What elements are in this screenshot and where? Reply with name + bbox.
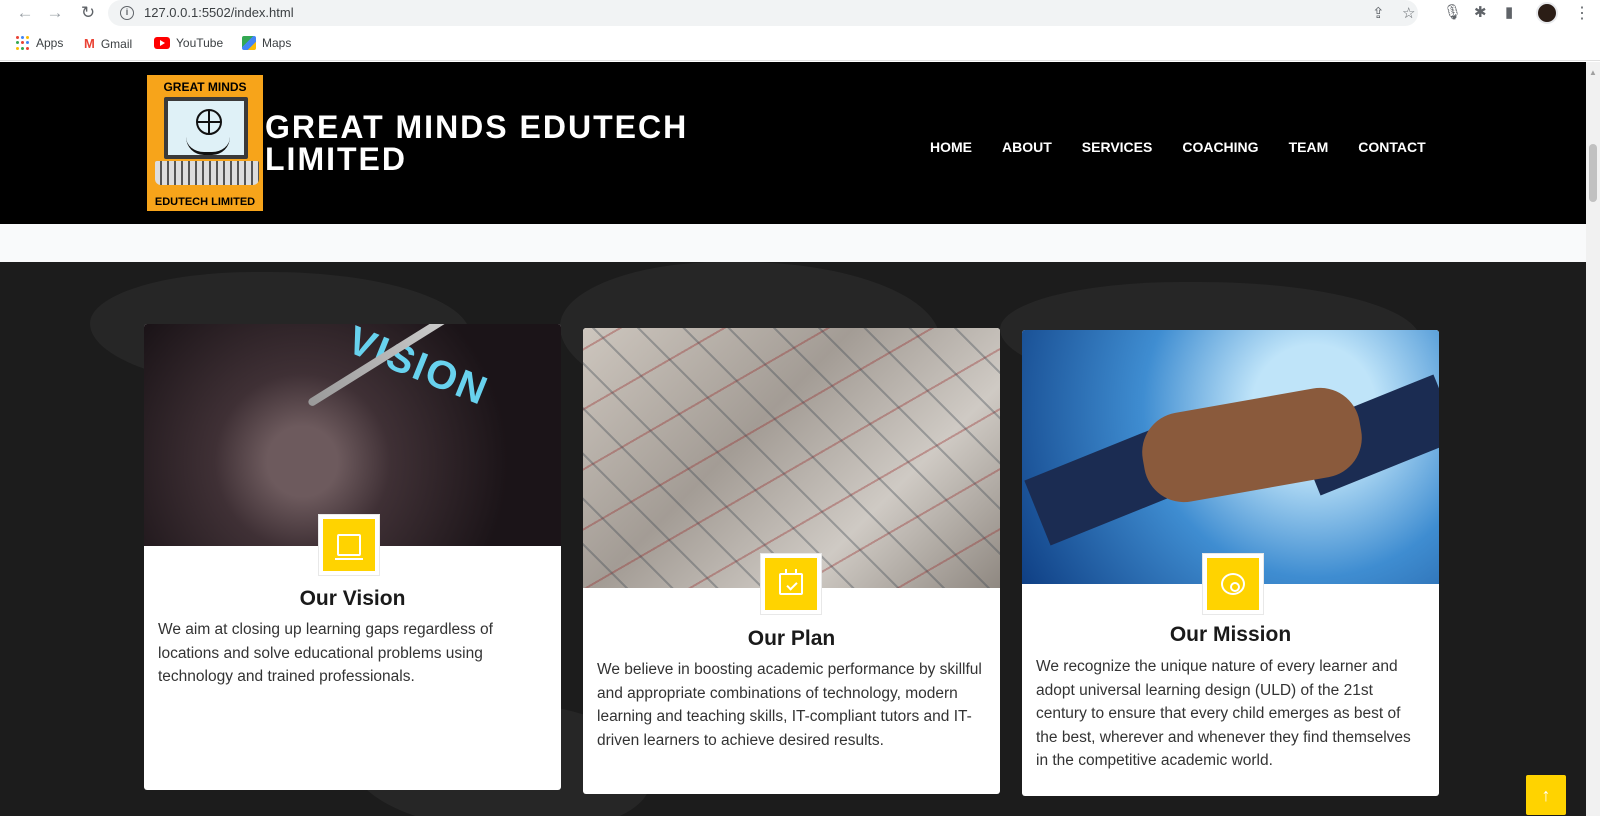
nav-team[interactable]: TEAM xyxy=(1289,139,1329,155)
nav-coaching[interactable]: COACHING xyxy=(1182,139,1258,155)
compass-vision-image: VISION xyxy=(144,324,561,546)
bookmark-label: Gmail xyxy=(100,36,133,51)
bookmarks-bar: Apps M Gmail YouTube Maps xyxy=(0,27,1600,61)
monitor-icon xyxy=(335,534,363,560)
bookmark-maps[interactable]: Maps xyxy=(242,36,291,50)
laptop-screen-graphic xyxy=(164,97,248,159)
card-title: Our Mission xyxy=(1169,623,1292,646)
card-title: Our Plan xyxy=(747,627,836,650)
gmail-icon: M xyxy=(84,36,95,51)
reload-icon[interactable]: ↻ xyxy=(77,2,99,24)
url-text[interactable]: 127.0.0.1:5502/index.html xyxy=(144,5,294,20)
site-title[interactable]: GREAT MINDS EDUTECH LIMITED xyxy=(265,111,725,175)
back-to-top-button[interactable]: ↑ xyxy=(1526,775,1566,815)
page-viewport: GREAT MINDS EDUTECH LIMITED GREAT MINDS … xyxy=(0,62,1600,816)
globe-icon xyxy=(196,109,222,135)
site-title-line1: GREAT MINDS EDUTECH xyxy=(265,109,689,145)
bookmark-apps[interactable]: Apps xyxy=(16,36,63,50)
card-icon-badge xyxy=(1203,554,1263,614)
microphone-icon[interactable]: 🎙 xyxy=(1443,3,1462,21)
mission-card: Our Mission We recognize the unique natu… xyxy=(1022,330,1439,796)
nav-contact[interactable]: CONTACT xyxy=(1358,139,1425,155)
page-scrollbar[interactable]: ▲ xyxy=(1586,62,1600,816)
vision-card: VISION Our Vision We aim at closing up l… xyxy=(144,324,561,790)
star-icon[interactable]: ☆ xyxy=(1402,4,1415,22)
sketch-lines-graphic xyxy=(583,328,1000,588)
bookmark-youtube[interactable]: YouTube xyxy=(154,36,223,50)
arrow-up-icon: ↑ xyxy=(1541,784,1551,805)
calendar-check-icon xyxy=(779,569,803,595)
address-bar-row: ← → ↻ i 127.0.0.1:5502/index.html ⇪ ☆ 🎙 … xyxy=(0,0,1600,27)
bookmark-label: Maps xyxy=(262,36,292,50)
card-text: We recognize the unique nature of every … xyxy=(1036,658,1411,769)
bookmark-label: Apps xyxy=(36,36,64,50)
logo-top-text: GREAT MINDS xyxy=(163,80,247,94)
apps-grid-icon xyxy=(16,36,30,50)
scroll-up-arrow-icon[interactable]: ▲ xyxy=(1589,68,1597,77)
card-icon-badge xyxy=(761,554,821,614)
card-text: We believe in boosting academic performa… xyxy=(597,661,982,749)
main-nav: HOME ABOUT SERVICES COACHING TEAM CONTAC… xyxy=(930,139,1456,155)
scrollbar-thumb[interactable] xyxy=(1589,144,1597,202)
omnibox[interactable]: i 127.0.0.1:5502/index.html ⇪ ☆ xyxy=(108,0,1418,26)
card-icon-badge xyxy=(319,515,379,575)
hands-icon xyxy=(186,137,230,155)
kebab-menu-icon[interactable]: ⋮ xyxy=(1574,3,1590,23)
site-title-line2: LIMITED xyxy=(265,141,407,177)
laptop-keyboard-graphic xyxy=(155,161,259,185)
browser-window: ← → ↻ i 127.0.0.1:5502/index.html ⇪ ☆ 🎙 … xyxy=(0,0,1600,816)
logo-bottom-text: EDUTECH LIMITED xyxy=(154,196,256,208)
maps-icon xyxy=(242,36,256,50)
nav-about[interactable]: ABOUT xyxy=(1002,139,1052,155)
youtube-icon xyxy=(154,37,170,49)
arrow-left-icon[interactable]: ← xyxy=(14,2,36,24)
handshake-image xyxy=(1022,330,1439,584)
puzzle-icon[interactable]: ✱ xyxy=(1474,3,1487,21)
arrow-right-icon[interactable]: → xyxy=(44,2,66,24)
header-spacer-band xyxy=(0,224,1586,262)
share-icon[interactable]: ⇪ xyxy=(1372,4,1385,22)
features-section: VISION Our Vision We aim at closing up l… xyxy=(0,262,1586,816)
site-header: GREAT MINDS EDUTECH LIMITED GREAT MINDS … xyxy=(0,62,1586,224)
site-logo[interactable]: GREAT MINDS EDUTECH LIMITED xyxy=(145,73,265,213)
bookmark-gmail[interactable]: M Gmail xyxy=(84,36,132,51)
card-text: We aim at closing up learning gaps regar… xyxy=(158,621,493,685)
nav-services[interactable]: SERVICES xyxy=(1082,139,1153,155)
bookmark-label: YouTube xyxy=(176,36,224,50)
film-reel-icon xyxy=(1221,573,1245,595)
nav-home[interactable]: HOME xyxy=(930,139,972,155)
card-title: Our Vision xyxy=(299,587,406,610)
avatar[interactable] xyxy=(1536,2,1558,24)
side-panel-icon[interactable]: ▮ xyxy=(1505,3,1513,21)
plan-card: Our Plan We believe in boosting academic… xyxy=(583,328,1000,794)
info-icon[interactable]: i xyxy=(120,6,134,20)
sketch-plan-image xyxy=(583,328,1000,588)
